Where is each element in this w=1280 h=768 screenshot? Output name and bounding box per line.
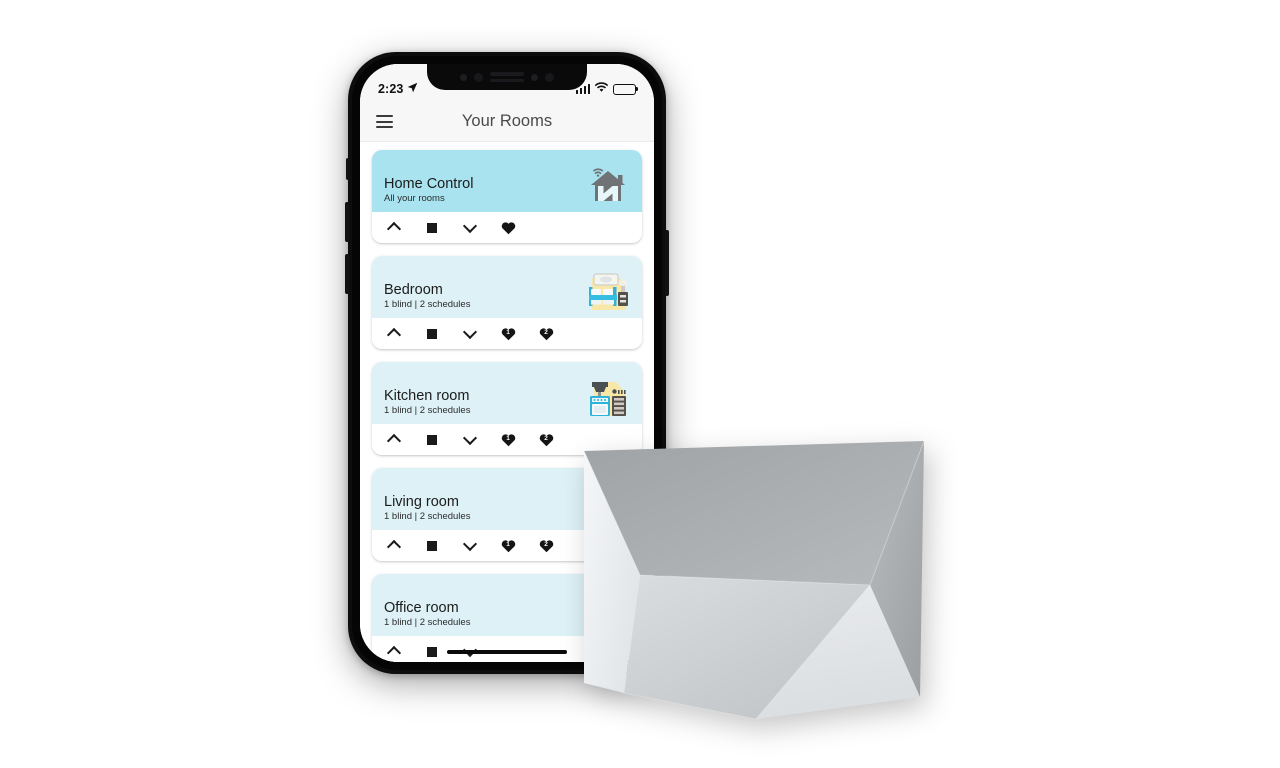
chevron-down-icon[interactable] — [462, 326, 478, 342]
room-card-home-control[interactable]: Home Control All your rooms — [372, 150, 642, 243]
bed-icon — [584, 270, 632, 314]
status-time: 2:23 — [378, 82, 404, 96]
wifi-icon — [594, 80, 609, 98]
heart-icon[interactable]: 1 — [500, 538, 516, 554]
home-indicator-bar[interactable] — [447, 649, 567, 654]
room-name: Kitchen room — [384, 387, 470, 404]
heart-icon[interactable] — [500, 220, 516, 236]
dot-projector-icon — [545, 72, 554, 82]
room-subtitle: 1 blind | 2 schedules — [384, 510, 471, 522]
chevron-up-icon[interactable] — [386, 220, 402, 236]
stop-square-icon[interactable] — [424, 326, 440, 342]
heart-icon[interactable]: 2 — [538, 538, 554, 554]
room-card-header: Bedroom 1 blind | 2 schedules — [372, 256, 642, 318]
proximity-sensor-icon — [531, 73, 538, 81]
room-subtitle: 1 blind | 2 schedules — [384, 298, 471, 310]
faceted-panel-object — [580, 435, 928, 725]
location-arrow-icon — [407, 80, 418, 98]
room-name: Home Control — [384, 175, 474, 192]
page-title: Your Rooms — [461, 112, 553, 130]
stop-square-icon[interactable] — [424, 538, 440, 554]
status-bar-left: 2:23 — [378, 80, 418, 98]
volume-down-button[interactable] — [345, 254, 349, 294]
stop-square-icon[interactable] — [424, 432, 440, 448]
power-button[interactable] — [665, 230, 669, 296]
room-controls[interactable]: 1 2 — [372, 318, 642, 349]
chevron-up-icon[interactable] — [386, 432, 402, 448]
chevron-up-icon[interactable] — [386, 326, 402, 342]
heart-icon[interactable]: 1 — [500, 326, 516, 342]
heart-icon[interactable]: 1 — [500, 432, 516, 448]
chevron-up-icon[interactable] — [386, 644, 402, 660]
volume-up-button[interactable] — [345, 202, 349, 242]
room-card-bedroom[interactable]: Bedroom 1 blind | 2 schedules 1 2 — [372, 256, 642, 349]
heart-icon[interactable]: 2 — [538, 432, 554, 448]
room-subtitle: 1 blind | 2 schedules — [384, 404, 471, 416]
room-name: Living room — [384, 493, 459, 510]
room-card-header: Home Control All your rooms — [372, 150, 642, 212]
room-subtitle: All your rooms — [384, 192, 445, 204]
sensor-dot-icon — [460, 73, 467, 81]
front-camera-icon — [474, 72, 483, 82]
room-controls[interactable] — [372, 212, 642, 243]
status-bar-right — [575, 80, 636, 98]
chevron-down-icon[interactable] — [462, 432, 478, 448]
kitchen-stove-icon — [584, 376, 632, 420]
heart-icon[interactable]: 2 — [538, 326, 554, 342]
battery-icon — [613, 83, 636, 95]
room-name: Bedroom — [384, 281, 443, 298]
stop-square-icon[interactable] — [424, 644, 440, 660]
chevron-down-icon[interactable] — [462, 538, 478, 554]
stop-square-icon[interactable] — [424, 220, 440, 236]
earpiece-speaker — [490, 72, 524, 82]
hamburger-menu-icon[interactable] — [376, 115, 393, 128]
chevron-down-icon[interactable] — [462, 220, 478, 236]
room-name: Office room — [384, 599, 459, 616]
room-subtitle: 1 blind | 2 schedules — [384, 616, 471, 628]
house-wifi-n-logo-icon — [584, 164, 632, 208]
silent-switch-button[interactable] — [346, 158, 350, 180]
app-header: Your Rooms — [360, 102, 654, 142]
chevron-up-icon[interactable] — [386, 538, 402, 554]
room-card-header: Kitchen room 1 blind | 2 schedules — [372, 362, 642, 424]
phone-notch — [427, 64, 587, 90]
